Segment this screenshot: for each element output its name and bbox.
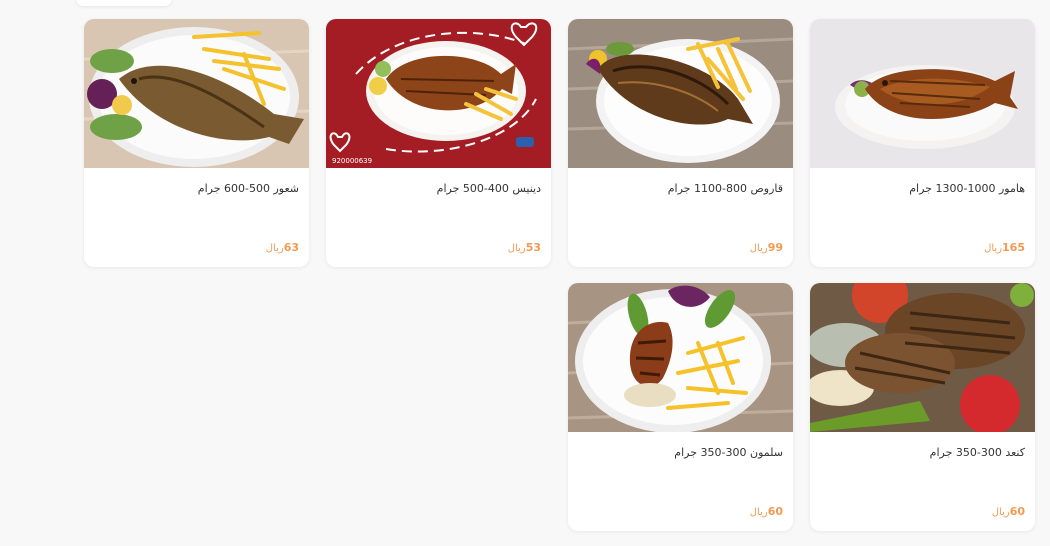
- product-name: سلمون 300-350 جرام: [674, 446, 783, 459]
- product-name: هامور 1000-1300 جرام: [909, 182, 1025, 195]
- kingfish-steaks-photo: [810, 283, 1035, 432]
- product-name: قاروص 800-1100 جرام: [667, 182, 783, 195]
- product-price: 63ريال: [265, 241, 299, 254]
- product-name: دينيس 400-500 جرام: [436, 182, 541, 195]
- product-card-salmon[interactable]: سلمون 300-350 جرام 60ريال: [568, 283, 793, 531]
- product-price: 60ريال: [991, 505, 1025, 518]
- product-price: 60ريال: [749, 505, 783, 518]
- product-card-seabass[interactable]: قاروص 800-1100 جرام 99ريال: [568, 19, 793, 267]
- product-name: كنعد 300-350 جرام: [929, 446, 1025, 459]
- product-card-shaour[interactable]: شعور 500-600 جرام 63ريال: [84, 19, 309, 267]
- product-price: 165ريال: [984, 241, 1025, 254]
- product-card-dennis[interactable]: 920000639 دينيس 400-500 جرام 53ريال: [326, 19, 551, 267]
- fried-shaour-photo: [84, 19, 309, 168]
- product-name: شعور 500-600 جرام: [197, 182, 299, 195]
- promo-phone: 920000639: [332, 157, 372, 165]
- product-price: 99ريال: [749, 241, 783, 254]
- grilled-hammour-photo: [810, 19, 1035, 168]
- product-price: 53ريال: [507, 241, 541, 254]
- products-grid: هامور 1000-1300 جرام 165ريال قاروص 800-1…: [0, 0, 1050, 546]
- currency-label: ريال: [991, 507, 1010, 518]
- currency-label: ريال: [749, 507, 768, 518]
- grilled-seabass-photo: [568, 19, 793, 168]
- currency-label: ريال: [265, 243, 284, 254]
- currency-label: ريال: [984, 243, 1003, 254]
- product-card-kingfish[interactable]: كنعد 300-350 جرام 60ريال: [810, 283, 1035, 531]
- salmon-steak-photo: [568, 283, 793, 432]
- currency-label: ريال: [507, 243, 526, 254]
- product-card-hammour[interactable]: هامور 1000-1300 جرام 165ريال: [810, 19, 1035, 267]
- currency-label: ريال: [749, 243, 768, 254]
- dennis-promo-photo: 920000639: [326, 19, 551, 168]
